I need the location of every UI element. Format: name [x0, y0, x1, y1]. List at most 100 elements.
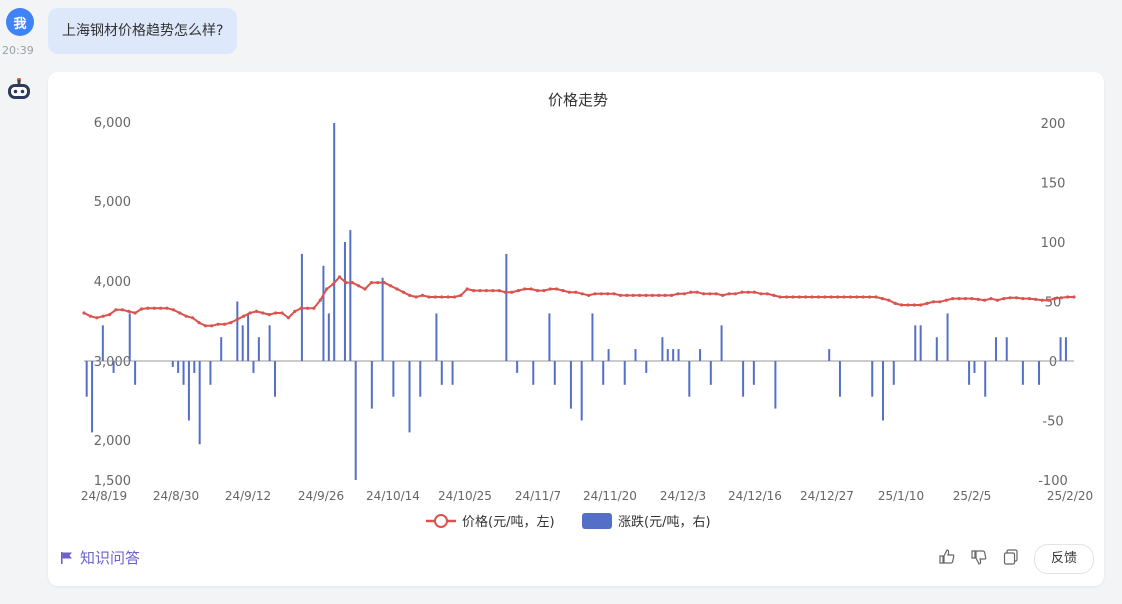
price-point: [203, 324, 207, 328]
change-bar: [645, 361, 648, 373]
price-point: [631, 293, 635, 297]
knowledge-qa-label: 知识问答: [80, 549, 141, 567]
price-point: [561, 289, 565, 293]
price-point: [868, 295, 872, 299]
feedback-button[interactable]: 反馈: [1034, 544, 1094, 574]
x-axis-label: 25/1/10: [878, 489, 924, 503]
price-point: [516, 289, 520, 293]
price-point: [912, 303, 916, 307]
price-point: [663, 293, 667, 297]
price-point: [261, 311, 265, 315]
price-point: [995, 298, 1000, 302]
change-bar: [134, 361, 137, 385]
price-point: [816, 295, 821, 299]
price-point: [829, 295, 833, 299]
price-point: [612, 292, 616, 296]
change-bar: [919, 325, 922, 361]
price-point: [484, 289, 488, 293]
left-axis: 6,000 5,000 4,000 3,000 2,000 1,500: [94, 116, 131, 489]
price-point: [389, 284, 393, 288]
change-bar: [381, 277, 384, 361]
price-point: [963, 297, 968, 301]
chart-legend: 价格(元/吨，左) 涨跌(元/吨，右): [426, 513, 711, 530]
change-bar: [1059, 337, 1062, 361]
price-point: [376, 281, 380, 285]
change-bar: [881, 361, 884, 421]
change-bar: [187, 361, 190, 421]
price-point: [823, 295, 827, 299]
change-bar: [548, 313, 551, 361]
price-point: [695, 290, 699, 294]
price-point: [989, 297, 993, 301]
price-point: [427, 295, 431, 299]
price-point: [420, 293, 425, 297]
message-actions: [938, 548, 1020, 566]
right-axis-tick: 150: [1041, 177, 1066, 192]
change-bar: [742, 361, 745, 397]
price-point: [759, 292, 763, 296]
copy-icon[interactable]: [1002, 548, 1020, 566]
price-point: [587, 293, 591, 297]
change-bar: [85, 361, 88, 397]
change-bar: [935, 337, 938, 361]
price-point: [740, 290, 744, 294]
price-point: [650, 293, 655, 297]
price-point: [510, 290, 514, 294]
price-point: [293, 309, 297, 313]
price-point: [523, 287, 527, 291]
price-point: [229, 321, 233, 325]
price-point: [286, 316, 290, 320]
knowledge-qa-link[interactable]: 知识问答: [60, 547, 140, 568]
price-point: [382, 281, 386, 285]
price-point: [1027, 297, 1031, 301]
change-bar: [532, 361, 535, 385]
price-point: [497, 289, 501, 293]
price-point: [465, 287, 469, 291]
price-point: [363, 287, 367, 291]
price-point: [305, 306, 310, 310]
change-bar: [101, 325, 104, 361]
price-point: [1008, 296, 1012, 300]
change-bar: [984, 361, 987, 397]
right-axis: 200150100500-50-100: [1038, 117, 1068, 489]
legend-price[interactable]: 价格(元/吨，左): [426, 514, 555, 530]
x-axis-label: 24/9/12: [225, 489, 271, 503]
price-point: [606, 292, 610, 296]
price-point: [171, 308, 175, 312]
price-point: [1053, 297, 1057, 301]
price-point: [280, 311, 284, 315]
right-axis-tick: -100: [1038, 474, 1068, 489]
change-bar: [112, 361, 115, 373]
price-point: [957, 297, 961, 301]
x-axis-label: 24/12/16: [728, 489, 782, 503]
left-axis-tick: 4,000: [94, 275, 131, 290]
change-bar: [322, 265, 325, 361]
change-bar: [128, 313, 131, 361]
change-bar: [838, 361, 841, 397]
price-point: [299, 306, 303, 310]
price-point: [708, 292, 712, 296]
left-axis-tick: 3,000: [94, 355, 131, 370]
price-line-path: [83, 275, 1074, 327]
price-point: [1059, 296, 1063, 300]
change-bar: [247, 313, 250, 361]
price-point: [248, 311, 252, 315]
change-bar: [333, 123, 336, 361]
change-bar: [91, 361, 94, 433]
price-point: [670, 293, 674, 297]
price-point: [625, 293, 629, 297]
price-point: [350, 281, 354, 285]
thumbs-down-icon[interactable]: [970, 548, 988, 566]
price-point: [1002, 297, 1006, 301]
price-point: [778, 295, 782, 299]
price-point: [1014, 296, 1019, 300]
change-bar: [241, 325, 244, 361]
x-axis-label: 25/2/20: [1047, 489, 1093, 503]
price-point: [242, 314, 246, 318]
change-bar: [257, 337, 260, 361]
change-bar: [672, 349, 675, 361]
thumbs-up-icon[interactable]: [938, 548, 956, 566]
legend-change[interactable]: 涨跌(元/吨，右): [582, 513, 711, 530]
price-point: [931, 300, 936, 304]
price-point: [753, 290, 757, 294]
